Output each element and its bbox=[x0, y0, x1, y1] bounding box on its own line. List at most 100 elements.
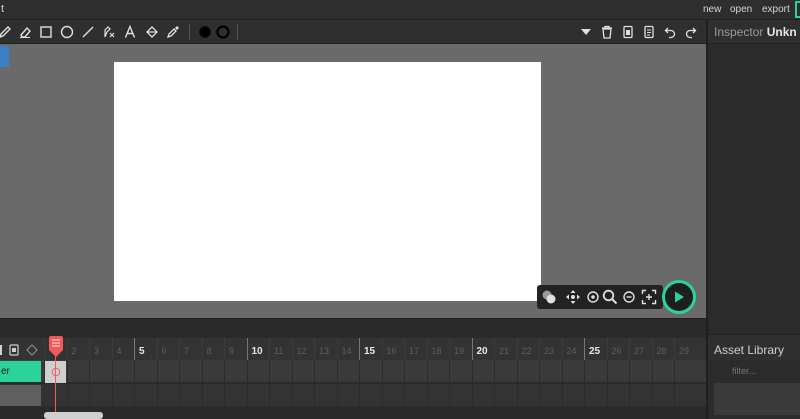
frame-cell[interactable] bbox=[471, 384, 494, 406]
frame-cell[interactable] bbox=[651, 384, 674, 406]
frame-cell[interactable] bbox=[134, 360, 156, 383]
frame-cell[interactable] bbox=[336, 384, 359, 406]
layer-row-empty[interactable] bbox=[0, 384, 706, 406]
frame-cell[interactable] bbox=[584, 360, 606, 383]
asset-filter-input[interactable] bbox=[714, 362, 800, 380]
frame-cell[interactable] bbox=[651, 360, 674, 383]
frame-cell[interactable] bbox=[471, 360, 494, 383]
frame-cell[interactable] bbox=[156, 360, 179, 383]
frame-cell[interactable] bbox=[629, 384, 651, 406]
frame-cell[interactable] bbox=[291, 360, 314, 383]
frame-cell[interactable] bbox=[269, 384, 291, 406]
side-tab-indicator[interactable] bbox=[0, 46, 9, 67]
frame-label: 9 bbox=[224, 338, 246, 360]
trash-icon[interactable] bbox=[598, 23, 616, 41]
canvas-controls bbox=[537, 285, 663, 309]
frame-cell[interactable] bbox=[539, 384, 561, 406]
layer-name-empty[interactable] bbox=[0, 385, 41, 406]
frame-cell[interactable] bbox=[291, 384, 314, 406]
layer-row[interactable] bbox=[0, 360, 706, 383]
zoom-reset-icon[interactable] bbox=[584, 288, 602, 306]
zoom-in-icon[interactable] bbox=[601, 288, 619, 306]
frame-cell[interactable] bbox=[426, 384, 449, 406]
frame-cell[interactable] bbox=[314, 384, 336, 406]
asset-list[interactable] bbox=[714, 383, 800, 415]
frame-label: 24 bbox=[561, 338, 584, 360]
zoom-out-icon[interactable] bbox=[620, 288, 638, 306]
frame-cell[interactable] bbox=[426, 360, 449, 383]
fill-bucket-icon[interactable] bbox=[143, 23, 161, 41]
frame-cell[interactable] bbox=[111, 384, 134, 406]
frame-cell[interactable] bbox=[201, 384, 224, 406]
frame-cell[interactable] bbox=[314, 360, 336, 383]
frame-cell[interactable] bbox=[246, 360, 269, 383]
play-button[interactable] bbox=[662, 280, 696, 314]
frame-cell[interactable] bbox=[516, 360, 539, 383]
line-icon[interactable] bbox=[79, 23, 97, 41]
frame-cell[interactable] bbox=[561, 384, 584, 406]
frame-cell[interactable] bbox=[449, 360, 471, 383]
playhead-handle[interactable] bbox=[49, 336, 63, 350]
dropdown-arrow-icon[interactable] bbox=[577, 23, 595, 41]
frame-cell[interactable] bbox=[584, 384, 606, 406]
frame-cell[interactable] bbox=[201, 360, 224, 383]
menu-export[interactable]: export bbox=[762, 4, 790, 15]
ellipse-icon[interactable] bbox=[58, 23, 76, 41]
fill-color-swatch[interactable] bbox=[196, 23, 214, 41]
frame-cell[interactable] bbox=[561, 360, 584, 383]
keyframe-diamond-icon bbox=[26, 344, 38, 356]
frame-cell[interactable] bbox=[66, 384, 89, 406]
frame-cell[interactable] bbox=[381, 384, 404, 406]
eyedropper-icon[interactable] bbox=[164, 23, 182, 41]
frame-cell[interactable] bbox=[179, 360, 201, 383]
frame-cell[interactable] bbox=[111, 360, 134, 383]
frame-cell[interactable] bbox=[606, 360, 629, 383]
frame-cell[interactable] bbox=[359, 384, 381, 406]
frame-cell[interactable] bbox=[629, 360, 651, 383]
frame-cell[interactable] bbox=[449, 384, 471, 406]
frame-cell[interactable] bbox=[269, 360, 291, 383]
frame-cell[interactable] bbox=[494, 360, 516, 383]
frame-cell[interactable] bbox=[381, 360, 404, 383]
eraser-icon[interactable] bbox=[16, 23, 34, 41]
pencil-icon[interactable] bbox=[0, 23, 14, 41]
onion-skin-icon[interactable] bbox=[540, 288, 558, 306]
menu-accent-button[interactable] bbox=[795, 1, 800, 18]
fit-to-screen-icon[interactable] bbox=[640, 288, 658, 306]
frame-cell[interactable] bbox=[404, 360, 426, 383]
stroke-color-swatch[interactable] bbox=[214, 23, 232, 41]
undo-icon[interactable] bbox=[661, 23, 679, 41]
stage[interactable] bbox=[114, 62, 541, 301]
path-tool-icon[interactable] bbox=[100, 23, 118, 41]
frame-cell[interactable] bbox=[224, 360, 246, 383]
paste-icon[interactable] bbox=[640, 23, 658, 41]
layer-name[interactable]: er bbox=[0, 361, 41, 382]
frame-cell[interactable] bbox=[336, 360, 359, 383]
rectangle-icon[interactable] bbox=[37, 23, 55, 41]
frame-cell[interactable] bbox=[156, 384, 179, 406]
frame-cell[interactable] bbox=[674, 384, 696, 406]
frame-cell[interactable] bbox=[89, 384, 111, 406]
copy-icon[interactable] bbox=[619, 23, 637, 41]
frame-cell[interactable] bbox=[179, 384, 201, 406]
frame-cell[interactable] bbox=[359, 360, 381, 383]
frame-cell[interactable] bbox=[516, 384, 539, 406]
redo-icon[interactable] bbox=[682, 23, 700, 41]
timeline-scrollbar[interactable] bbox=[44, 412, 103, 419]
pan-icon[interactable] bbox=[564, 288, 582, 306]
frame-cell[interactable] bbox=[224, 384, 246, 406]
text-icon[interactable] bbox=[121, 23, 139, 41]
frame-cell[interactable] bbox=[494, 384, 516, 406]
frame-cell[interactable] bbox=[134, 384, 156, 406]
menu-open[interactable]: open bbox=[730, 4, 752, 15]
timeline-ruler[interactable]: 2 3 4 5 6 7 8 9 10 11 12 13 14 15 16 17 18 19 20 21 22 23 24 25… bbox=[44, 338, 706, 360]
frame-cell[interactable] bbox=[404, 384, 426, 406]
frame-cell[interactable] bbox=[674, 360, 696, 383]
frame-cell[interactable] bbox=[89, 360, 111, 383]
menu-new[interactable]: new bbox=[703, 4, 721, 15]
frame-cell[interactable] bbox=[246, 384, 269, 406]
frame-cell[interactable] bbox=[66, 360, 89, 383]
frame-cell[interactable] bbox=[606, 384, 629, 406]
frame-cell[interactable] bbox=[539, 360, 561, 383]
inspector-label: Inspector bbox=[714, 25, 764, 39]
